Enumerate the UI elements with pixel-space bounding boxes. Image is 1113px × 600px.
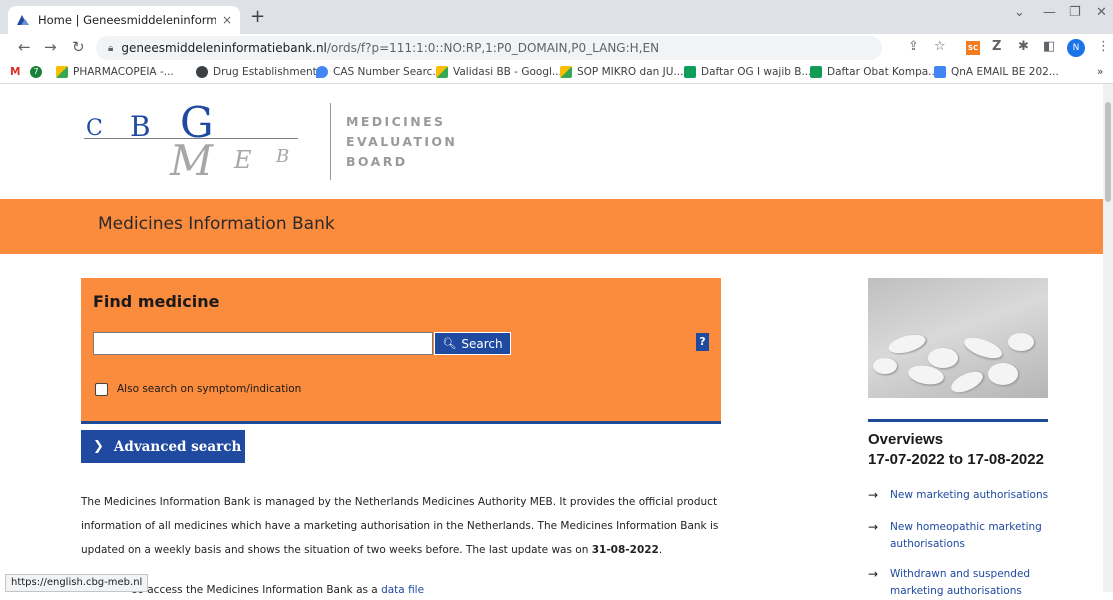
extension-z-icon[interactable]: Z: [992, 39, 1001, 54]
scrollbar-thumb[interactable]: [1105, 102, 1111, 202]
page-title: Medicines Information Bank: [98, 214, 335, 234]
bookmark-item[interactable]: PHARMACOPEIA -...: [56, 66, 174, 78]
drive-icon: [56, 66, 68, 78]
intro-paragraph: The Medicines Information Bank is manage…: [81, 496, 719, 556]
browser-tab[interactable]: Home | Geneesmiddeleninformat ×: [8, 6, 240, 34]
status-url-tooltip: https://english.cbg-meb.nl: [5, 574, 149, 592]
data-file-link[interactable]: data file: [381, 584, 424, 596]
bookmarks-more-icon[interactable]: »: [1097, 66, 1103, 78]
help-button[interactable]: ?: [696, 333, 709, 351]
extensions-puzzle-icon[interactable]: ✱: [1018, 39, 1029, 54]
logo-letter-m: M: [170, 136, 214, 185]
search-button[interactable]: 🔍︎ Search: [434, 332, 511, 355]
arrow-right-icon: →: [868, 520, 879, 534]
cbg-favicon-icon: [17, 15, 29, 25]
bookmark-7-icon: 7: [30, 66, 42, 78]
drive-icon: [436, 66, 448, 78]
new-tab-button[interactable]: +: [250, 6, 265, 27]
data-file-paragraph: so access the Medicines Information Bank…: [132, 584, 425, 596]
logo-wordmark: MEDICINES EVALUATION BOARD: [346, 114, 458, 169]
drive-icon: [560, 66, 572, 78]
url-host: geneesmiddeleninformatiebank.nl: [121, 41, 327, 55]
restore-icon[interactable]: ❐: [1069, 5, 1081, 20]
bookmark-item[interactable]: CAS Number Searc...: [316, 66, 442, 78]
find-medicine-panel: Find medicine 🔍︎ Search ? Also search on…: [81, 278, 721, 424]
overview-link-withdrawn[interactable]: → Withdrawn and suspended marketing autho…: [868, 566, 1030, 600]
chevron-right-icon: ❯: [93, 439, 104, 454]
back-icon[interactable]: ←: [18, 38, 31, 56]
search-icon: 🔍︎: [442, 337, 457, 350]
lock-icon[interactable]: 🔒︎: [108, 43, 113, 54]
tab-title: Home | Geneesmiddeleninformat: [38, 13, 216, 27]
overviews-heading: Overviews 17-07-2022 to 17-08-2022: [868, 431, 1044, 468]
last-update-date: 31-08-2022: [591, 544, 659, 556]
bookmark-item[interactable]: 7: [30, 66, 47, 78]
overview-link-homeopathic[interactable]: → New homeopathic marketing authorisation…: [868, 519, 1042, 553]
bookmark-item[interactable]: Validasi BB - Googl...: [436, 66, 562, 78]
arrow-right-icon: →: [868, 488, 879, 502]
bookmark-item[interactable]: Drug Establishment...: [196, 66, 327, 78]
close-window-icon[interactable]: ✕: [1096, 5, 1107, 20]
bookmark-star-icon[interactable]: ☆: [934, 39, 946, 54]
share-icon[interactable]: ⇪: [908, 39, 919, 54]
side-panel-icon[interactable]: ◧: [1043, 39, 1055, 54]
bookmark-item[interactable]: QnA EMAIL BE 202...: [934, 66, 1059, 78]
tab-close-icon[interactable]: ×: [222, 13, 232, 27]
page-banner: Medicines Information Bank: [0, 199, 1113, 254]
tab-strip: Home | Geneesmiddeleninformat × + ⌄ — ❐ …: [0, 0, 1113, 34]
logo-letter-b-small: B: [276, 146, 290, 167]
pills-image: [868, 278, 1048, 398]
bookmark-gmail-icon[interactable]: M: [10, 66, 20, 78]
logo-letter-e: E: [234, 146, 252, 174]
sheets-icon: [684, 66, 696, 78]
bookmark-item[interactable]: Daftar Obat Kompa...: [810, 66, 938, 78]
symptom-checkbox[interactable]: [95, 383, 108, 396]
bookmark-item[interactable]: Daftar OG I wajib B...: [684, 66, 812, 78]
forward-icon[interactable]: →: [44, 38, 57, 56]
reload-icon[interactable]: ↻: [72, 38, 85, 56]
bookmarks-bar: M 7 PHARMACOPEIA -... Drug Establishment…: [0, 62, 1113, 84]
overviews-date-range: 17-07-2022 to 17-08-2022: [868, 451, 1044, 468]
extension-sc-icon[interactable]: SC: [966, 41, 980, 55]
bookmark-item[interactable]: SOP MIKRO dan JU...: [560, 66, 683, 78]
minimize-icon[interactable]: —: [1043, 5, 1056, 20]
advanced-search-button[interactable]: ❯ Advanced search: [81, 430, 245, 463]
cas-icon: [316, 66, 328, 78]
tab-search-icon[interactable]: ⌄: [1014, 5, 1025, 20]
url-path: /ords/f?p=111:1:0::NO:RP,1:P0_DOMAIN,P0_…: [326, 41, 660, 55]
symptom-checkbox-label: Also search on symptom/indication: [117, 383, 302, 395]
arrow-right-icon: →: [868, 567, 879, 581]
browser-toolbar: ← → ↻ 🔒︎ geneesmiddeleninformatiebank.nl…: [0, 34, 1113, 62]
sidebar-divider: [868, 419, 1048, 422]
address-bar[interactable]: 🔒︎ geneesmiddeleninformatiebank.nl/ords/…: [96, 36, 882, 60]
search-input[interactable]: [93, 332, 433, 355]
docs-icon: [934, 66, 946, 78]
globe-icon: [196, 66, 208, 78]
menu-kebab-icon[interactable]: ⋮: [1097, 39, 1110, 54]
find-medicine-heading: Find medicine: [93, 292, 220, 311]
profile-avatar[interactable]: N: [1067, 39, 1085, 57]
logo-separator: [330, 103, 331, 180]
sheets-icon: [810, 66, 822, 78]
overview-link-new-marketing[interactable]: → New marketing authorisations: [868, 487, 1048, 504]
